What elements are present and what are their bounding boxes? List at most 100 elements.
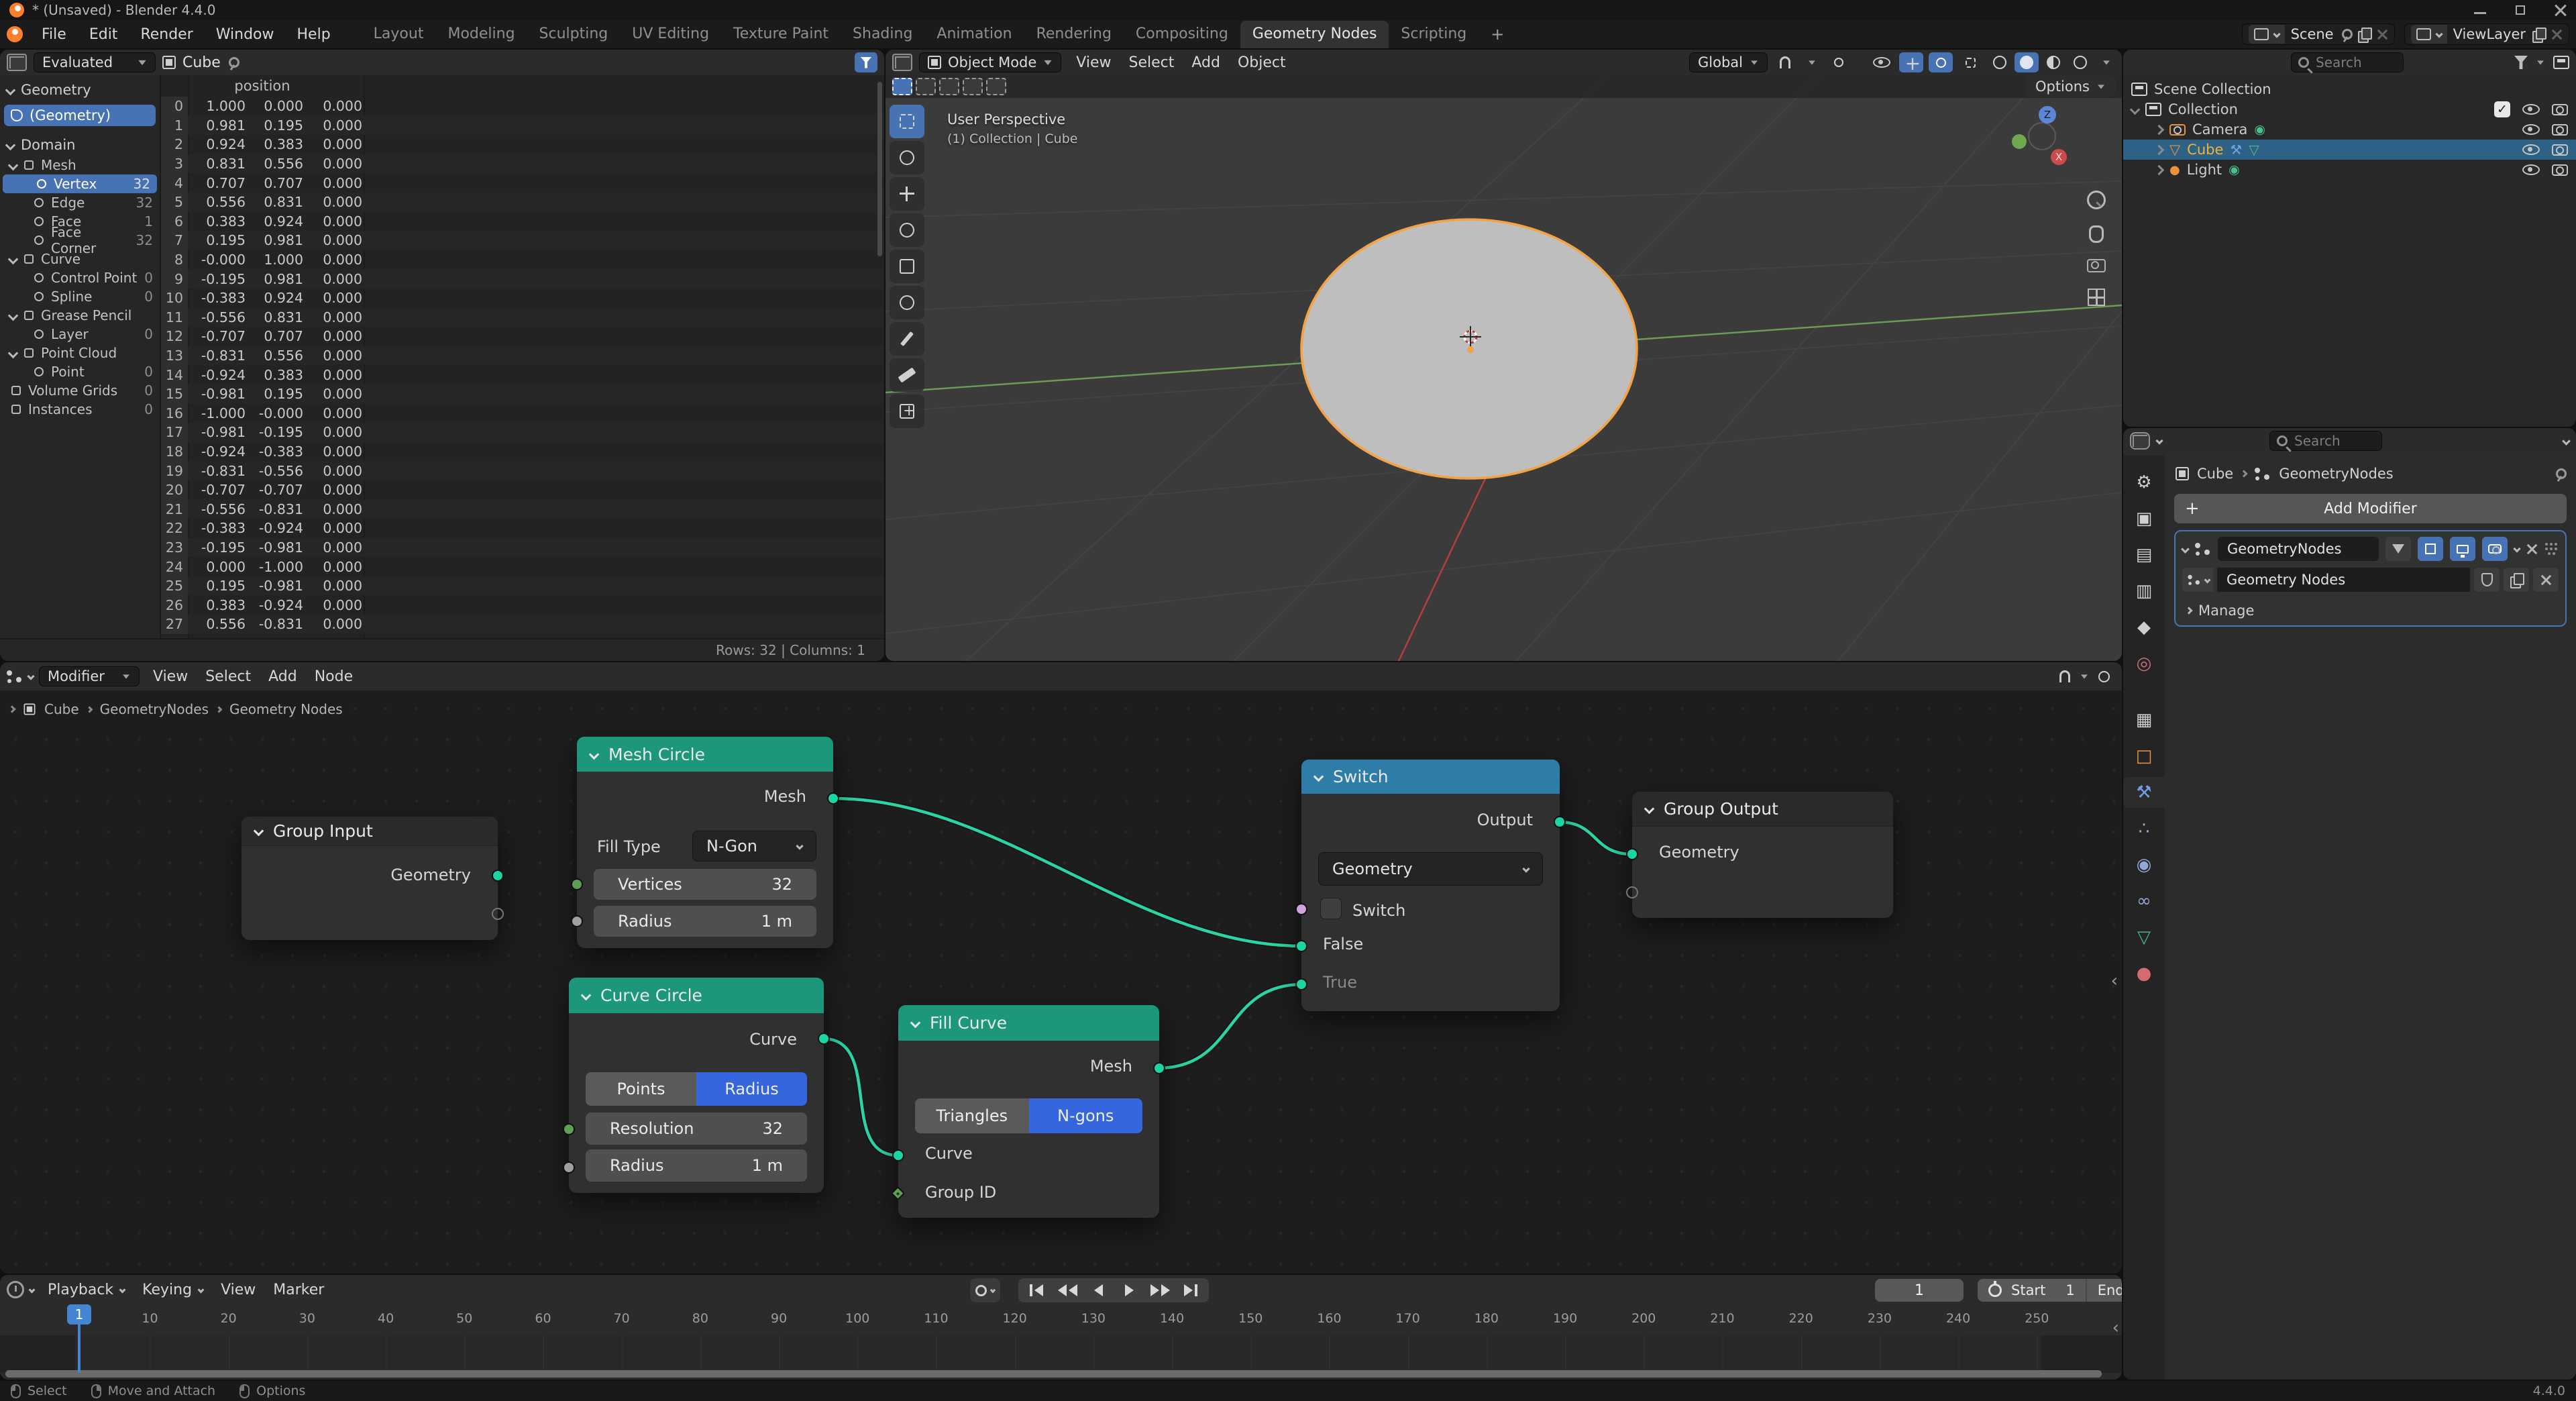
chevron-right-icon[interactable] bbox=[2154, 124, 2165, 135]
domain-item-volume-grids[interactable]: Volume Grids0 bbox=[0, 381, 160, 400]
menu-add[interactable]: Add bbox=[1183, 53, 1228, 72]
new-scene-icon[interactable] bbox=[2358, 28, 2370, 41]
timeline-tracks[interactable] bbox=[0, 1335, 2122, 1373]
play-reverse-button[interactable] bbox=[1083, 1280, 1114, 1301]
tab-shading[interactable]: Shading bbox=[841, 21, 924, 48]
output-socket-mesh[interactable] bbox=[1153, 1062, 1165, 1074]
overlays-toggle-button[interactable] bbox=[1929, 52, 1953, 72]
disable-render-toggle[interactable] bbox=[2552, 164, 2568, 176]
pin-icon[interactable] bbox=[2341, 29, 2351, 40]
render-display-toggle[interactable] bbox=[2482, 537, 2508, 561]
outliner-row-cube[interactable]: ▽Cube⚒▽ bbox=[2123, 140, 2576, 160]
measure-tool-button[interactable] bbox=[890, 358, 924, 392]
domain-item-layer[interactable]: Layer0 bbox=[0, 325, 160, 344]
table-row[interactable]: 60.3830.9240.000 bbox=[161, 212, 884, 231]
table-row[interactable]: 12-0.7070.7070.000 bbox=[161, 327, 884, 346]
node-curve-circle[interactable]: Curve Circle Curve Points Radius Resolut… bbox=[569, 978, 824, 1193]
properties-tab-collection[interactable]: ▦ bbox=[2123, 705, 2165, 735]
menu-select[interactable]: Select bbox=[197, 667, 259, 686]
table-row[interactable]: 15-0.9810.1950.000 bbox=[161, 384, 884, 404]
modifier-extras-dropdown[interactable] bbox=[2513, 545, 2520, 552]
menu-keying[interactable]: Keying bbox=[134, 1280, 211, 1300]
filter-toggle-button[interactable] bbox=[855, 52, 877, 72]
modifier-name-field[interactable]: GeometryNodes bbox=[2218, 537, 2379, 561]
select-mode-set[interactable] bbox=[892, 78, 912, 95]
visibility-dropdown[interactable] bbox=[1870, 52, 1894, 72]
frame-end-field[interactable]: End 250 bbox=[2087, 1282, 2122, 1298]
switch-checkbox[interactable] bbox=[1320, 898, 1342, 919]
fake-user-shield-button[interactable] bbox=[2474, 568, 2500, 592]
snap-magnet-icon[interactable] bbox=[2059, 670, 2070, 682]
menu-help[interactable]: Help bbox=[286, 23, 341, 46]
new-collection-icon[interactable] bbox=[2553, 56, 2569, 69]
domain-item-spline[interactable]: Spline0 bbox=[0, 287, 160, 306]
properties-tab-view-layer[interactable]: ▥ bbox=[2123, 576, 2165, 607]
table-row[interactable]: 20-0.707-0.7070.000 bbox=[161, 480, 884, 500]
collapse-node-icon[interactable] bbox=[581, 990, 592, 1001]
tab-animation[interactable]: Animation bbox=[924, 21, 1024, 48]
jump-start-button[interactable] bbox=[1021, 1280, 1052, 1301]
input-socket-switch[interactable] bbox=[1295, 903, 1307, 915]
box-select-tool-button[interactable] bbox=[890, 105, 924, 138]
table-row[interactable]: 23-0.195-0.9810.000 bbox=[161, 538, 884, 558]
disable-render-toggle[interactable] bbox=[2552, 124, 2568, 136]
realtime-display-toggle[interactable] bbox=[2450, 537, 2475, 561]
collapse-node-icon[interactable] bbox=[1313, 772, 1324, 782]
table-row[interactable]: 20.9240.3830.000 bbox=[161, 135, 884, 154]
exclude-checkbox[interactable]: ✓ bbox=[2494, 101, 2510, 117]
properties-tab-modifiers[interactable]: ⚒ bbox=[2123, 777, 2165, 808]
chevron-right-icon[interactable] bbox=[2154, 144, 2165, 155]
column-header-position[interactable]: position bbox=[161, 75, 364, 97]
view-layer-selector[interactable]: ViewLayer bbox=[2404, 23, 2569, 45]
options-dropdown[interactable]: Options bbox=[2026, 76, 2115, 97]
table-row[interactable]: 9-0.1950.9810.000 bbox=[161, 269, 884, 289]
gizmos-toggle-button[interactable] bbox=[1899, 52, 1923, 72]
properties-tab-object-data[interactable]: ▽ bbox=[2123, 922, 2165, 953]
menu-view[interactable]: View bbox=[1068, 53, 1119, 72]
search-input[interactable] bbox=[2294, 433, 2375, 449]
shading-wireframe-button[interactable] bbox=[1988, 52, 2012, 72]
node-group-output[interactable]: Group Output Geometry bbox=[1632, 792, 1893, 918]
menu-window[interactable]: Window bbox=[205, 23, 285, 46]
axis-z-handle[interactable]: Z bbox=[2039, 106, 2056, 123]
node-editor-type-icon[interactable] bbox=[7, 670, 23, 682]
filter-icon[interactable] bbox=[2514, 56, 2528, 69]
spreadsheet-editor-type-icon[interactable] bbox=[7, 54, 27, 71]
table-row[interactable]: 8-0.0001.0000.000 bbox=[161, 250, 884, 270]
menu-view[interactable]: View bbox=[213, 1280, 264, 1300]
collapse-node-icon[interactable] bbox=[254, 826, 264, 837]
menu-view[interactable]: View bbox=[145, 667, 196, 686]
virtual-socket[interactable] bbox=[492, 908, 504, 920]
pin-icon[interactable] bbox=[2555, 468, 2565, 479]
search-input[interactable] bbox=[2316, 54, 2396, 70]
tab-rendering[interactable]: Rendering bbox=[1024, 21, 1124, 48]
minimize-icon[interactable] bbox=[2474, 4, 2486, 16]
frame-start-field[interactable]: Start 1 bbox=[1978, 1282, 2086, 1298]
domain-item-grease-pencil[interactable]: Grease Pencil bbox=[0, 306, 160, 325]
chevron-right-icon[interactable] bbox=[8, 705, 15, 713]
outliner-row-collection[interactable]: Collection✓ bbox=[2123, 99, 2576, 119]
current-frame-field[interactable]: 1 bbox=[1875, 1279, 1964, 1302]
axis-x-handle[interactable]: X bbox=[2051, 149, 2067, 165]
scale-tool-button[interactable] bbox=[890, 250, 924, 283]
duplicate-node-group-button[interactable] bbox=[2504, 568, 2529, 592]
table-row[interactable]: 14-0.9240.3830.000 bbox=[161, 365, 884, 384]
properties-tab-particles[interactable]: ∴ bbox=[2123, 813, 2165, 844]
transform-tool-button[interactable] bbox=[890, 286, 924, 319]
transform-orientation-dropdown[interactable]: Global bbox=[1689, 52, 1768, 72]
node-switch[interactable]: Switch Output Geometry Switch False True bbox=[1301, 760, 1560, 1011]
properties-tab-physics[interactable]: ◉ bbox=[2123, 849, 2165, 880]
output-socket-geometry[interactable] bbox=[492, 870, 504, 882]
mode-dropdown[interactable]: Object Mode bbox=[919, 52, 1061, 72]
domain-item-control-point[interactable]: Control Point0 bbox=[0, 268, 160, 287]
hide-eye-toggle[interactable] bbox=[2522, 144, 2540, 155]
chevron-down-icon[interactable] bbox=[2130, 104, 2141, 115]
domain-item-curve[interactable]: Curve bbox=[0, 250, 160, 268]
collapse-node-icon[interactable] bbox=[589, 749, 600, 760]
snap-settings-dropdown[interactable] bbox=[1803, 52, 1821, 72]
blender-menu-icon[interactable] bbox=[7, 26, 23, 42]
properties-tab-world[interactable]: ◎ bbox=[2123, 648, 2165, 679]
geometry-node-editor[interactable]: Modifier ViewSelectAddNode Geometry Node… bbox=[0, 662, 2122, 1274]
add-modifier-button[interactable]: + Add Modifier bbox=[2174, 494, 2567, 523]
radius-field[interactable]: Radius 1 m bbox=[594, 906, 816, 937]
